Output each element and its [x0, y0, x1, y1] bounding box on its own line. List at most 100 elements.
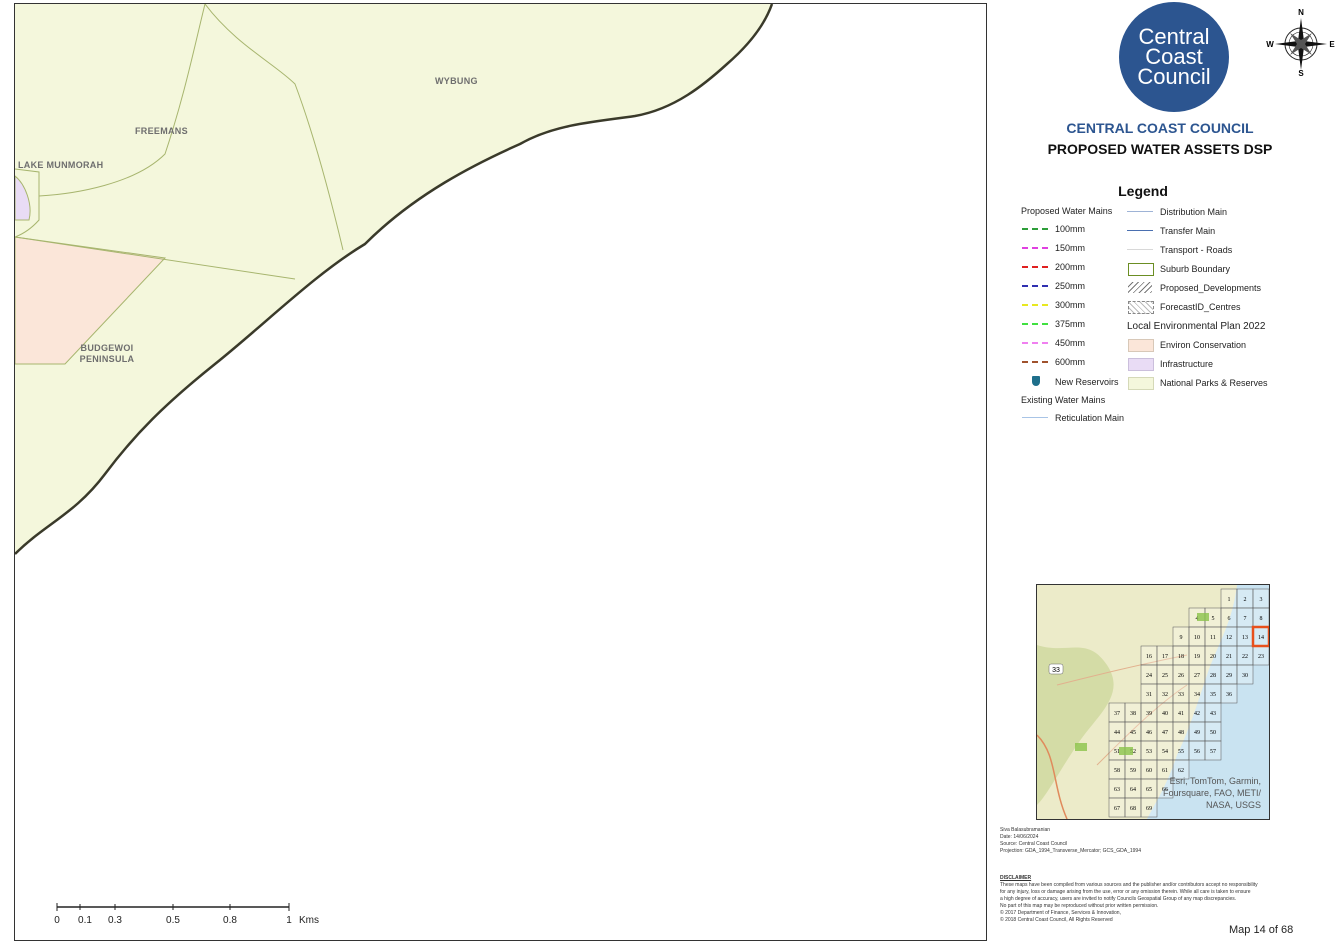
distribution-swatch [1127, 211, 1153, 212]
disclaimer-line: for any injury, loss or damage arising f… [1000, 889, 1251, 895]
grid-cell-number: 37 [1114, 711, 1120, 717]
development-marker [1119, 747, 1133, 755]
map-canvas[interactable] [15, 4, 986, 940]
legend-environ: Environ Conservation [1160, 340, 1247, 350]
grid-cell-number: 40 [1162, 711, 1168, 717]
council-logo: Central Coast Council [1119, 2, 1229, 112]
legend-lep-heading: Local Environmental Plan 2022 [1127, 321, 1266, 332]
grid-cell-number: 26 [1178, 673, 1184, 679]
grid-cell-number: 39 [1146, 711, 1152, 717]
grid-cell-number: 36 [1226, 692, 1232, 698]
grid-cell-number: 54 [1162, 749, 1168, 755]
parks-swatch [1128, 377, 1154, 390]
legend-water-main-label: 600mm [1055, 357, 1086, 367]
legend-title: Legend [1118, 183, 1168, 199]
legend-existing-heading: Existing Water Mains [1021, 395, 1106, 405]
compass-n: N [1298, 8, 1304, 17]
compass-e: E [1329, 40, 1335, 49]
compass-s: S [1298, 69, 1304, 76]
grid-cell-number: 35 [1210, 692, 1216, 698]
overview-attribution: Esri, TomTom, Garmin, Foursquare, FAO, M… [1162, 776, 1261, 810]
grid-cell-number: 14 [1258, 635, 1264, 641]
scale-bar: 0 0.1 0.3 0.5 0.8 1 Kms [54, 901, 319, 931]
grid-cell-number: 53 [1146, 749, 1152, 755]
grid-cell-number: 61 [1162, 768, 1168, 774]
disclaimer-line: © 2018 Central Coast Council, All Rights… [1000, 917, 1113, 923]
grid-cell-number: 18 [1178, 654, 1184, 660]
disclaimer-heading: DISCLAIMER [1000, 875, 1032, 881]
grid-cell-number: 19 [1194, 654, 1200, 660]
compass-w: W [1266, 40, 1274, 49]
legend-water-main-label: 375mm [1055, 319, 1086, 329]
grid-cell-number: 24 [1146, 673, 1152, 679]
grid-cell-number: 69 [1146, 806, 1152, 812]
legend-water-main-label: 450mm [1055, 338, 1086, 348]
grid-cell-number: 41 [1178, 711, 1184, 717]
map-metadata: Siva Balasubramanian Date: 14/06/2024 So… [1000, 827, 1141, 855]
grid-cell-number: 9 [1180, 635, 1183, 641]
grid-cell-number: 45 [1130, 730, 1136, 736]
grid-cell-number: 5 [1212, 616, 1215, 622]
legend-transfer: Transfer Main [1160, 226, 1216, 236]
grid-cell-number: 3 [1260, 597, 1263, 603]
legend-reticulation: Reticulation Main [1055, 413, 1125, 423]
overview-map[interactable]: 1234567891011121314151617181920212223242… [1036, 584, 1270, 820]
grid-cell-number: 8 [1260, 616, 1263, 622]
forecast-swatch [1128, 301, 1154, 314]
grid-cell-number: 29 [1226, 673, 1232, 679]
legend-parks: National Parks & Reserves [1160, 378, 1268, 388]
main-map[interactable]: WYBUNG FREEMANS LAKE MUNMORAH BUDGEWOI PE… [14, 3, 987, 941]
disclaimer-line: No part of this map may be reproduced wi… [1000, 903, 1159, 909]
grid-cell-number: 64 [1130, 787, 1136, 793]
grid-cell-number: 59 [1130, 768, 1136, 774]
grid-cell-number: 49 [1194, 730, 1200, 736]
grid-cell-number: 17 [1162, 654, 1168, 660]
meta-author: Siva Balasubramanian [1000, 827, 1051, 833]
grid-cell-number: 30 [1242, 673, 1248, 679]
legend-water-main-label: 250mm [1055, 281, 1086, 291]
grid-cell-number: 67 [1114, 806, 1120, 812]
grid-cell-number: 62 [1178, 768, 1184, 774]
legend-new-reservoirs: New Reservoirs [1055, 377, 1119, 387]
grid-cell-number: 48 [1178, 730, 1184, 736]
water-main-swatch [1022, 342, 1048, 344]
grid-cell-number: 10 [1194, 635, 1200, 641]
reticulation-swatch [1022, 417, 1048, 418]
legend-water-main-label: 100mm [1055, 224, 1086, 234]
map-page-number: Map 14 of 68 [1229, 924, 1294, 936]
scale-tick: 0.1 [78, 915, 92, 926]
legend-water-main-label: 200mm [1055, 262, 1086, 272]
map-title: CENTRAL COAST COUNCIL [1066, 120, 1254, 136]
grid-cell-number: 1 [1228, 597, 1231, 603]
grid-cell-number: 13 [1242, 635, 1248, 641]
grid-cell-number: 2 [1244, 597, 1247, 603]
reservoir-icon [1032, 376, 1040, 386]
water-main-swatch [1022, 247, 1048, 249]
grid-cell-number: 25 [1162, 673, 1168, 679]
road-shield-label: 33 [1052, 667, 1060, 674]
scale-tick: 0.5 [166, 915, 180, 926]
meta-date: Date: 14/06/2024 [1000, 834, 1039, 840]
logo-line: Council [1137, 64, 1211, 89]
grid-cell-number: 60 [1146, 768, 1152, 774]
grid-cell-number: 58 [1114, 768, 1120, 774]
proposed-dev-swatch [1128, 282, 1152, 293]
development-marker [1197, 613, 1209, 621]
water-main-swatch [1022, 266, 1048, 268]
water-main-swatch [1022, 228, 1048, 230]
grid-cell-number: 46 [1146, 730, 1152, 736]
scale-tick: 0.3 [108, 915, 122, 926]
scale-tick: 0 [54, 915, 60, 926]
grid-cell-number: 44 [1114, 730, 1120, 736]
water-main-swatch [1022, 323, 1048, 325]
disclaimer-line: These maps have been compiled from vario… [1000, 882, 1258, 888]
grid-cell-number: 33 [1178, 692, 1184, 698]
grid-cell-number: 27 [1194, 673, 1200, 679]
meta-source: Source: Central Coast Council [1000, 841, 1068, 847]
grid-cell-number: 55 [1178, 749, 1184, 755]
disclaimer-line: © 2017 Department of Finance, Services &… [1000, 910, 1121, 916]
infrastructure-swatch [1128, 358, 1154, 371]
transfer-swatch [1127, 230, 1153, 231]
grid-cell-number: 16 [1146, 654, 1152, 660]
grid-cell-number: 31 [1146, 692, 1152, 698]
